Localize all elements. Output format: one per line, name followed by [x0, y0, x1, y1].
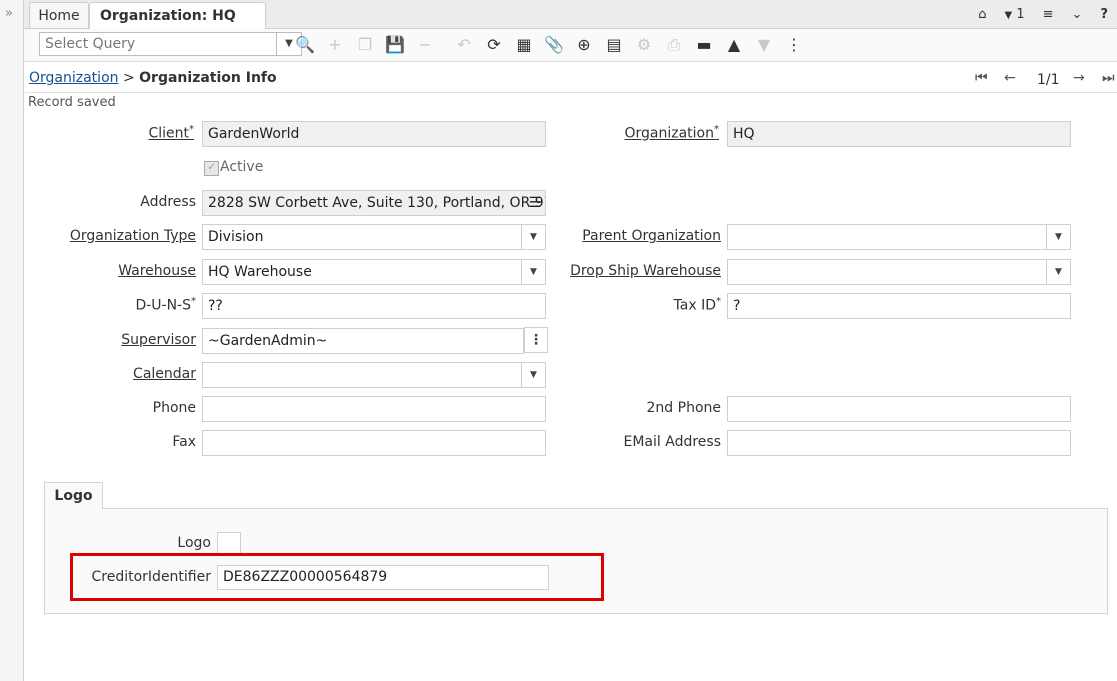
tax-id-label: Tax ID*	[674, 296, 721, 314]
breadcrumb-organization-link[interactable]: Organization	[29, 70, 119, 86]
tax-id-field[interactable]: ?	[727, 293, 1071, 319]
phone2-field[interactable]	[727, 396, 1071, 422]
refresh-icon[interactable]: ⟳	[483, 34, 505, 56]
client-label-text: Client	[148, 125, 189, 142]
tab-organization[interactable]: Organization: HQ HQ✖	[89, 2, 266, 50]
organization-label-text: Organization	[624, 125, 714, 142]
email-label: EMail Address	[623, 434, 722, 450]
email-field[interactable]	[727, 430, 1071, 456]
new-record-icon[interactable]: +	[324, 34, 346, 56]
tax-id-label-text: Tax ID	[673, 297, 716, 314]
address-editor-icon[interactable]: ☰	[528, 191, 541, 215]
fax-field[interactable]	[202, 430, 546, 456]
phone-label: Phone	[152, 400, 196, 416]
organization-type-dropdown-icon[interactable]: ▼	[522, 224, 546, 250]
address-field[interactable]: 2828 SW Corbett Ave, Suite 130, Portland…	[202, 190, 546, 216]
organization-type-select[interactable]: Division	[202, 224, 522, 250]
tab-logo[interactable]: Logo	[44, 482, 103, 509]
last-record-icon[interactable]: ⏭	[1102, 70, 1115, 86]
window-toolbar: Select Query ▼ 🔍 + ❐ 💾 − ↶ ⟳ ▦ 📎 ⊕ ▤ ⚙ ⎙ ▬ ▲ ▼ ⋮	[24, 29, 1117, 62]
header-actions: ⌂ ▼ 1 ≡ ⌄ ?	[969, 0, 1117, 28]
calendar-select[interactable]	[202, 362, 522, 388]
calendar-label[interactable]: Calendar	[133, 366, 196, 382]
archive-icon[interactable]: ▬	[693, 34, 715, 56]
supervisor-label[interactable]: Supervisor	[121, 332, 196, 348]
menu-icon[interactable]: ≡	[1034, 7, 1063, 22]
parent-organization-select[interactable]	[727, 224, 1047, 250]
organization-field: HQ	[727, 121, 1071, 147]
tab-home[interactable]: Home	[29, 2, 89, 28]
highlight-box	[70, 553, 604, 601]
address-label: Address	[140, 194, 196, 210]
required-marker: *	[714, 124, 719, 135]
drop-ship-warehouse-label[interactable]: Drop Ship Warehouse	[570, 263, 721, 279]
attachment-icon[interactable]: 📎	[543, 34, 565, 56]
more-options-icon[interactable]: ⋮	[783, 34, 805, 56]
client-label[interactable]: Client*	[148, 124, 194, 142]
organization-type-label[interactable]: Organization Type	[70, 228, 196, 244]
window-count-button[interactable]: ▼ 1	[996, 7, 1034, 22]
breadcrumb-current: Organization Info	[139, 70, 277, 86]
chevron-down-icon: ▼	[1004, 9, 1013, 21]
parent-organization-dropdown-icon[interactable]: ▼	[1047, 224, 1071, 250]
copy-record-icon[interactable]: ❐	[354, 34, 376, 56]
logo-label: Logo	[177, 535, 211, 551]
required-marker: *	[189, 124, 194, 135]
duns-label: D-U-N-S*	[135, 296, 196, 314]
drop-ship-warehouse-select[interactable]	[727, 259, 1047, 285]
previous-record-icon[interactable]: ←	[1004, 70, 1016, 86]
window-tab-bar: Home Organization: HQ HQ✖ ⌂ ▼ 1 ≡ ⌄ ?	[24, 0, 1117, 50]
next-record-icon[interactable]: →	[1073, 70, 1085, 86]
report-icon[interactable]: ▤	[603, 34, 625, 56]
help-icon[interactable]: ?	[1091, 7, 1117, 22]
supervisor-options-icon[interactable]: ⋮	[524, 327, 548, 353]
search-icon[interactable]: 🔍	[294, 34, 316, 56]
required-marker: *	[191, 296, 196, 307]
parent-organization-label[interactable]: Parent Organization	[582, 228, 721, 244]
warehouse-dropdown-icon[interactable]: ▼	[522, 259, 546, 285]
drop-ship-warehouse-dropdown-icon[interactable]: ▼	[1047, 259, 1071, 285]
fax-label: Fax	[172, 434, 196, 450]
grid-toggle-icon[interactable]: ▦	[513, 34, 535, 56]
tab-home-label: Home	[38, 8, 80, 24]
address-value: 2828 SW Corbett Ave, Suite 130, Portland…	[208, 195, 546, 211]
parent-record-icon[interactable]: ▲	[723, 34, 745, 56]
sidebar-toggle[interactable]: »	[0, 0, 24, 681]
active-label: Active	[220, 159, 264, 175]
logo-image-field[interactable]	[217, 532, 241, 554]
supervisor-field[interactable]: ~GardenAdmin~	[202, 328, 524, 354]
status-divider	[25, 92, 1117, 93]
duns-field[interactable]: ??	[202, 293, 546, 319]
collapse-icon[interactable]: ⌄	[1063, 7, 1092, 22]
phone2-label: 2nd Phone	[646, 400, 721, 416]
expand-sidebar-icon[interactable]: »	[5, 6, 13, 21]
select-query-input[interactable]: Select Query	[39, 32, 277, 56]
calendar-dropdown-icon[interactable]: ▼	[522, 362, 546, 388]
phone-field[interactable]	[202, 396, 546, 422]
breadcrumb-separator: >	[122, 70, 135, 86]
save-icon[interactable]: 💾	[384, 34, 406, 56]
first-record-icon[interactable]: ⏮	[975, 70, 988, 86]
status-message: Record saved	[28, 95, 116, 110]
record-position: 1/1	[1037, 72, 1060, 88]
home-icon[interactable]: ⌂	[969, 7, 995, 22]
print-icon[interactable]: ⎙	[663, 34, 685, 56]
zoom-across-icon[interactable]: ⊕	[573, 34, 595, 56]
delete-icon[interactable]: −	[414, 34, 436, 56]
warehouse-select[interactable]: HQ Warehouse	[202, 259, 522, 285]
warehouse-label[interactable]: Warehouse	[118, 263, 196, 279]
active-checkbox[interactable]: ✓	[204, 161, 219, 176]
process-icon[interactable]: ⚙	[633, 34, 655, 56]
detail-record-icon[interactable]: ▼	[753, 34, 775, 56]
organization-label[interactable]: Organization*	[624, 124, 719, 142]
breadcrumb: Organization > Organization Info	[29, 70, 277, 86]
required-marker: *	[716, 296, 721, 307]
client-field: GardenWorld	[202, 121, 546, 147]
duns-label-text: D-U-N-S	[135, 297, 191, 314]
undo-icon[interactable]: ↶	[453, 34, 475, 56]
window-count: 1	[1016, 6, 1025, 22]
